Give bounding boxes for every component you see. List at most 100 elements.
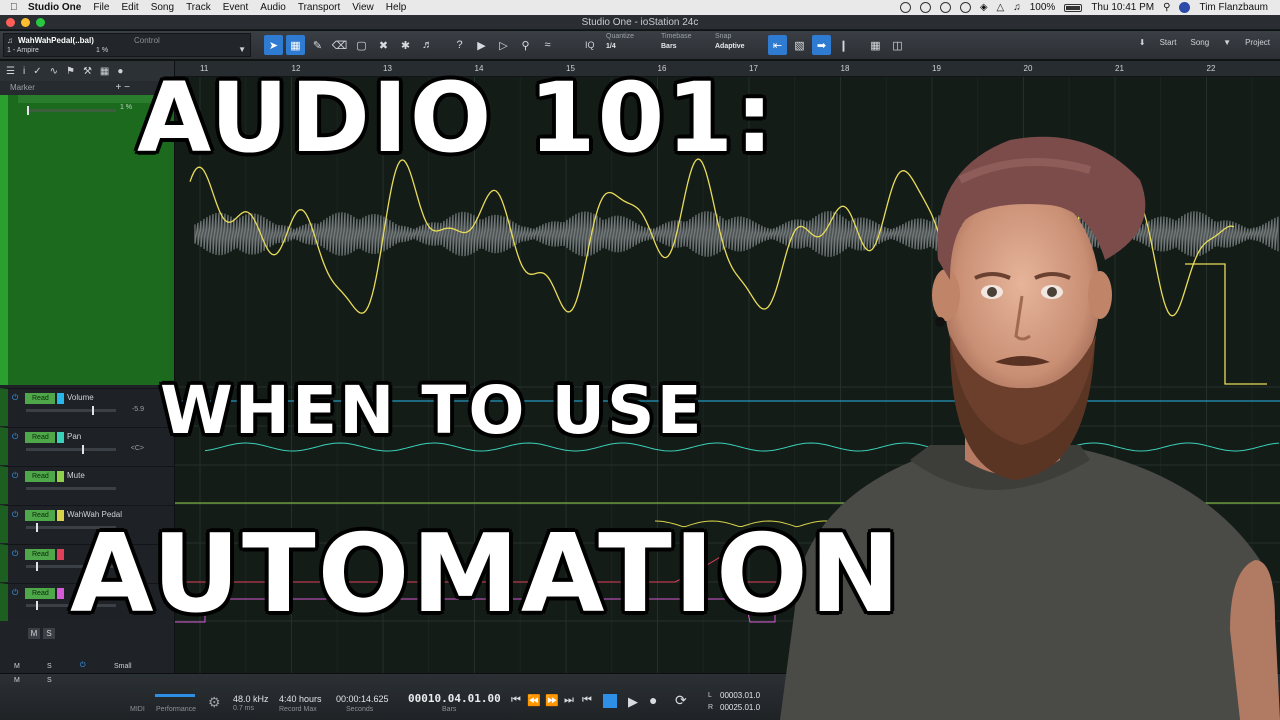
- track-slider[interactable]: [26, 109, 116, 112]
- quantize-group[interactable]: Quantize 1/4: [606, 33, 658, 53]
- power-icon[interactable]: ⏻: [80, 662, 86, 670]
- menu-event[interactable]: Event: [223, 2, 249, 13]
- menu-audio[interactable]: Audio: [260, 2, 286, 13]
- snap-to-grid-button[interactable]: ⇤: [768, 35, 787, 55]
- previous-marker-button[interactable]: ⏮: [582, 694, 592, 707]
- groove-button[interactable]: ≈: [538, 35, 557, 55]
- loop-left[interactable]: 00003.01.0: [720, 691, 760, 700]
- automation-lane-header[interactable]: ⏻ Read Pan <C>: [0, 427, 174, 465]
- chevron-down-icon[interactable]: ▼: [1223, 38, 1231, 47]
- track-size-select[interactable]: Small: [114, 663, 132, 670]
- automation-slider-knob[interactable]: [36, 562, 38, 571]
- menu-track[interactable]: Track: [186, 2, 211, 13]
- inspector-icon[interactable]: i: [23, 66, 25, 77]
- activity-icon[interactable]: [939, 2, 951, 13]
- curve-icon[interactable]: ∿: [50, 66, 58, 77]
- snap-to-cursor-button[interactable]: ➡: [812, 35, 831, 55]
- power-icon[interactable]: ⏻: [12, 549, 18, 559]
- iq-label[interactable]: IQ: [585, 40, 595, 50]
- mute-tool-button[interactable]: ✖: [374, 35, 393, 55]
- user-avatar-icon[interactable]: [1179, 2, 1191, 13]
- record-button[interactable]: ●: [649, 692, 657, 708]
- automation-mode-button[interactable]: Read: [25, 393, 55, 404]
- start-page-button[interactable]: Start: [1160, 38, 1177, 47]
- eraser-tool-button[interactable]: ⌫: [330, 35, 349, 55]
- snap-value[interactable]: Adaptive: [715, 43, 767, 53]
- automation-slider-knob[interactable]: [82, 445, 84, 454]
- automation-mode-button[interactable]: Read: [25, 549, 55, 560]
- automation-parameter-name[interactable]: Volume: [67, 393, 94, 402]
- flag-icon[interactable]: ⚑: [66, 66, 75, 77]
- fast-forward-button[interactable]: ⏩: [545, 694, 559, 707]
- split-tool-button[interactable]: ✱: [396, 35, 415, 55]
- quantize-value[interactable]: 1/4: [606, 43, 658, 53]
- grid-icon[interactable]: ▦: [100, 66, 109, 77]
- power-icon[interactable]: ⏻: [12, 510, 18, 520]
- mixer-button[interactable]: ◫: [888, 35, 907, 55]
- timebase-group[interactable]: Timebase Bars: [661, 33, 713, 53]
- transport-s[interactable]: S: [47, 677, 52, 684]
- add-remove-marker[interactable]: + −: [116, 81, 130, 95]
- automation-lane-header[interactable]: ⏻ Read Volume -5.9: [0, 388, 174, 426]
- power-icon[interactable]: ⏻: [12, 393, 18, 403]
- snap-group[interactable]: Snap Adaptive: [715, 33, 767, 53]
- bottom-solo[interactable]: S: [47, 663, 52, 670]
- minimize-window-button[interactable]: [21, 18, 30, 27]
- close-window-button[interactable]: [6, 18, 15, 27]
- zoom-button[interactable]: ⚲: [516, 35, 535, 55]
- status-extra-icon[interactable]: [899, 2, 911, 13]
- automation-parameter-name[interactable]: Pan: [67, 432, 81, 441]
- loop-right[interactable]: 00025.01.0: [720, 703, 760, 712]
- chevron-down-icon[interactable]: ▼: [238, 45, 246, 54]
- time-machine-icon[interactable]: [959, 2, 971, 13]
- automation-mode-button[interactable]: Read: [25, 471, 55, 482]
- clock[interactable]: Thu 10:41 PM: [1091, 2, 1154, 13]
- track-slider-knob[interactable]: [27, 106, 29, 115]
- wrench-icon[interactable]: ⚒: [83, 66, 92, 77]
- timebase-value[interactable]: Bars: [661, 43, 713, 53]
- automation-parameter-name[interactable]: Mute: [67, 471, 85, 480]
- arrow-tool-button[interactable]: ➤: [264, 35, 283, 55]
- autoscroll-button[interactable]: ▷: [494, 35, 513, 55]
- menu-edit[interactable]: Edit: [121, 2, 138, 13]
- wifi-icon[interactable]: △: [997, 2, 1005, 13]
- zoom-window-button[interactable]: [36, 18, 45, 27]
- automation-value-slider[interactable]: [26, 409, 116, 412]
- volume-icon[interactable]: ♫: [1013, 2, 1021, 13]
- apple-icon[interactable]: : [10, 2, 28, 13]
- automation-slider-knob[interactable]: [92, 406, 94, 415]
- bend-tool-button[interactable]: ▢: [352, 35, 371, 55]
- solo-button[interactable]: S: [43, 628, 55, 639]
- return-to-zero-button[interactable]: ⏮: [511, 694, 521, 707]
- listen-tool-button[interactable]: ♬: [418, 35, 437, 55]
- go-to-end-button[interactable]: ⏭: [564, 694, 574, 707]
- rewind-button[interactable]: ⏪: [527, 694, 541, 707]
- menu-view[interactable]: View: [352, 2, 374, 13]
- automation-lane-header[interactable]: ⏻ Read Mute: [0, 466, 174, 504]
- pencil-tool-button[interactable]: ✎: [308, 35, 327, 55]
- bluetooth-icon[interactable]: ◈: [980, 2, 988, 13]
- power-icon[interactable]: ⏻: [12, 432, 18, 442]
- tool-icon[interactable]: ✓: [33, 66, 41, 77]
- menu-song[interactable]: Song: [151, 2, 174, 13]
- list-icon[interactable]: ☰: [6, 66, 15, 77]
- bottom-mute[interactable]: M: [14, 663, 20, 670]
- menu-help[interactable]: Help: [386, 2, 407, 13]
- save-icon[interactable]: ⬇: [1139, 38, 1146, 47]
- mute-button[interactable]: M: [28, 628, 40, 639]
- snap-to-event-button[interactable]: ▧: [790, 35, 809, 55]
- menu-file[interactable]: File: [93, 2, 109, 13]
- automation-value-slider[interactable]: [26, 448, 116, 451]
- power-icon[interactable]: ⏻: [12, 471, 18, 481]
- power-icon[interactable]: ⏻: [12, 588, 18, 598]
- help-button[interactable]: ?: [450, 35, 469, 55]
- follow-button[interactable]: ▶: [472, 35, 491, 55]
- menu-transport[interactable]: Transport: [298, 2, 340, 13]
- battery-icon[interactable]: [1064, 3, 1083, 12]
- stop-button[interactable]: [603, 694, 617, 708]
- song-page-button[interactable]: Song: [1190, 38, 1209, 47]
- time-seconds[interactable]: 00:00:14.625: [336, 694, 389, 704]
- track-control-picker[interactable]: ♫ WahWahPedal(..bal) Control 1 - Ampire …: [3, 33, 251, 57]
- loop-button[interactable]: ⟳: [675, 692, 687, 709]
- project-page-button[interactable]: Project: [1245, 38, 1270, 47]
